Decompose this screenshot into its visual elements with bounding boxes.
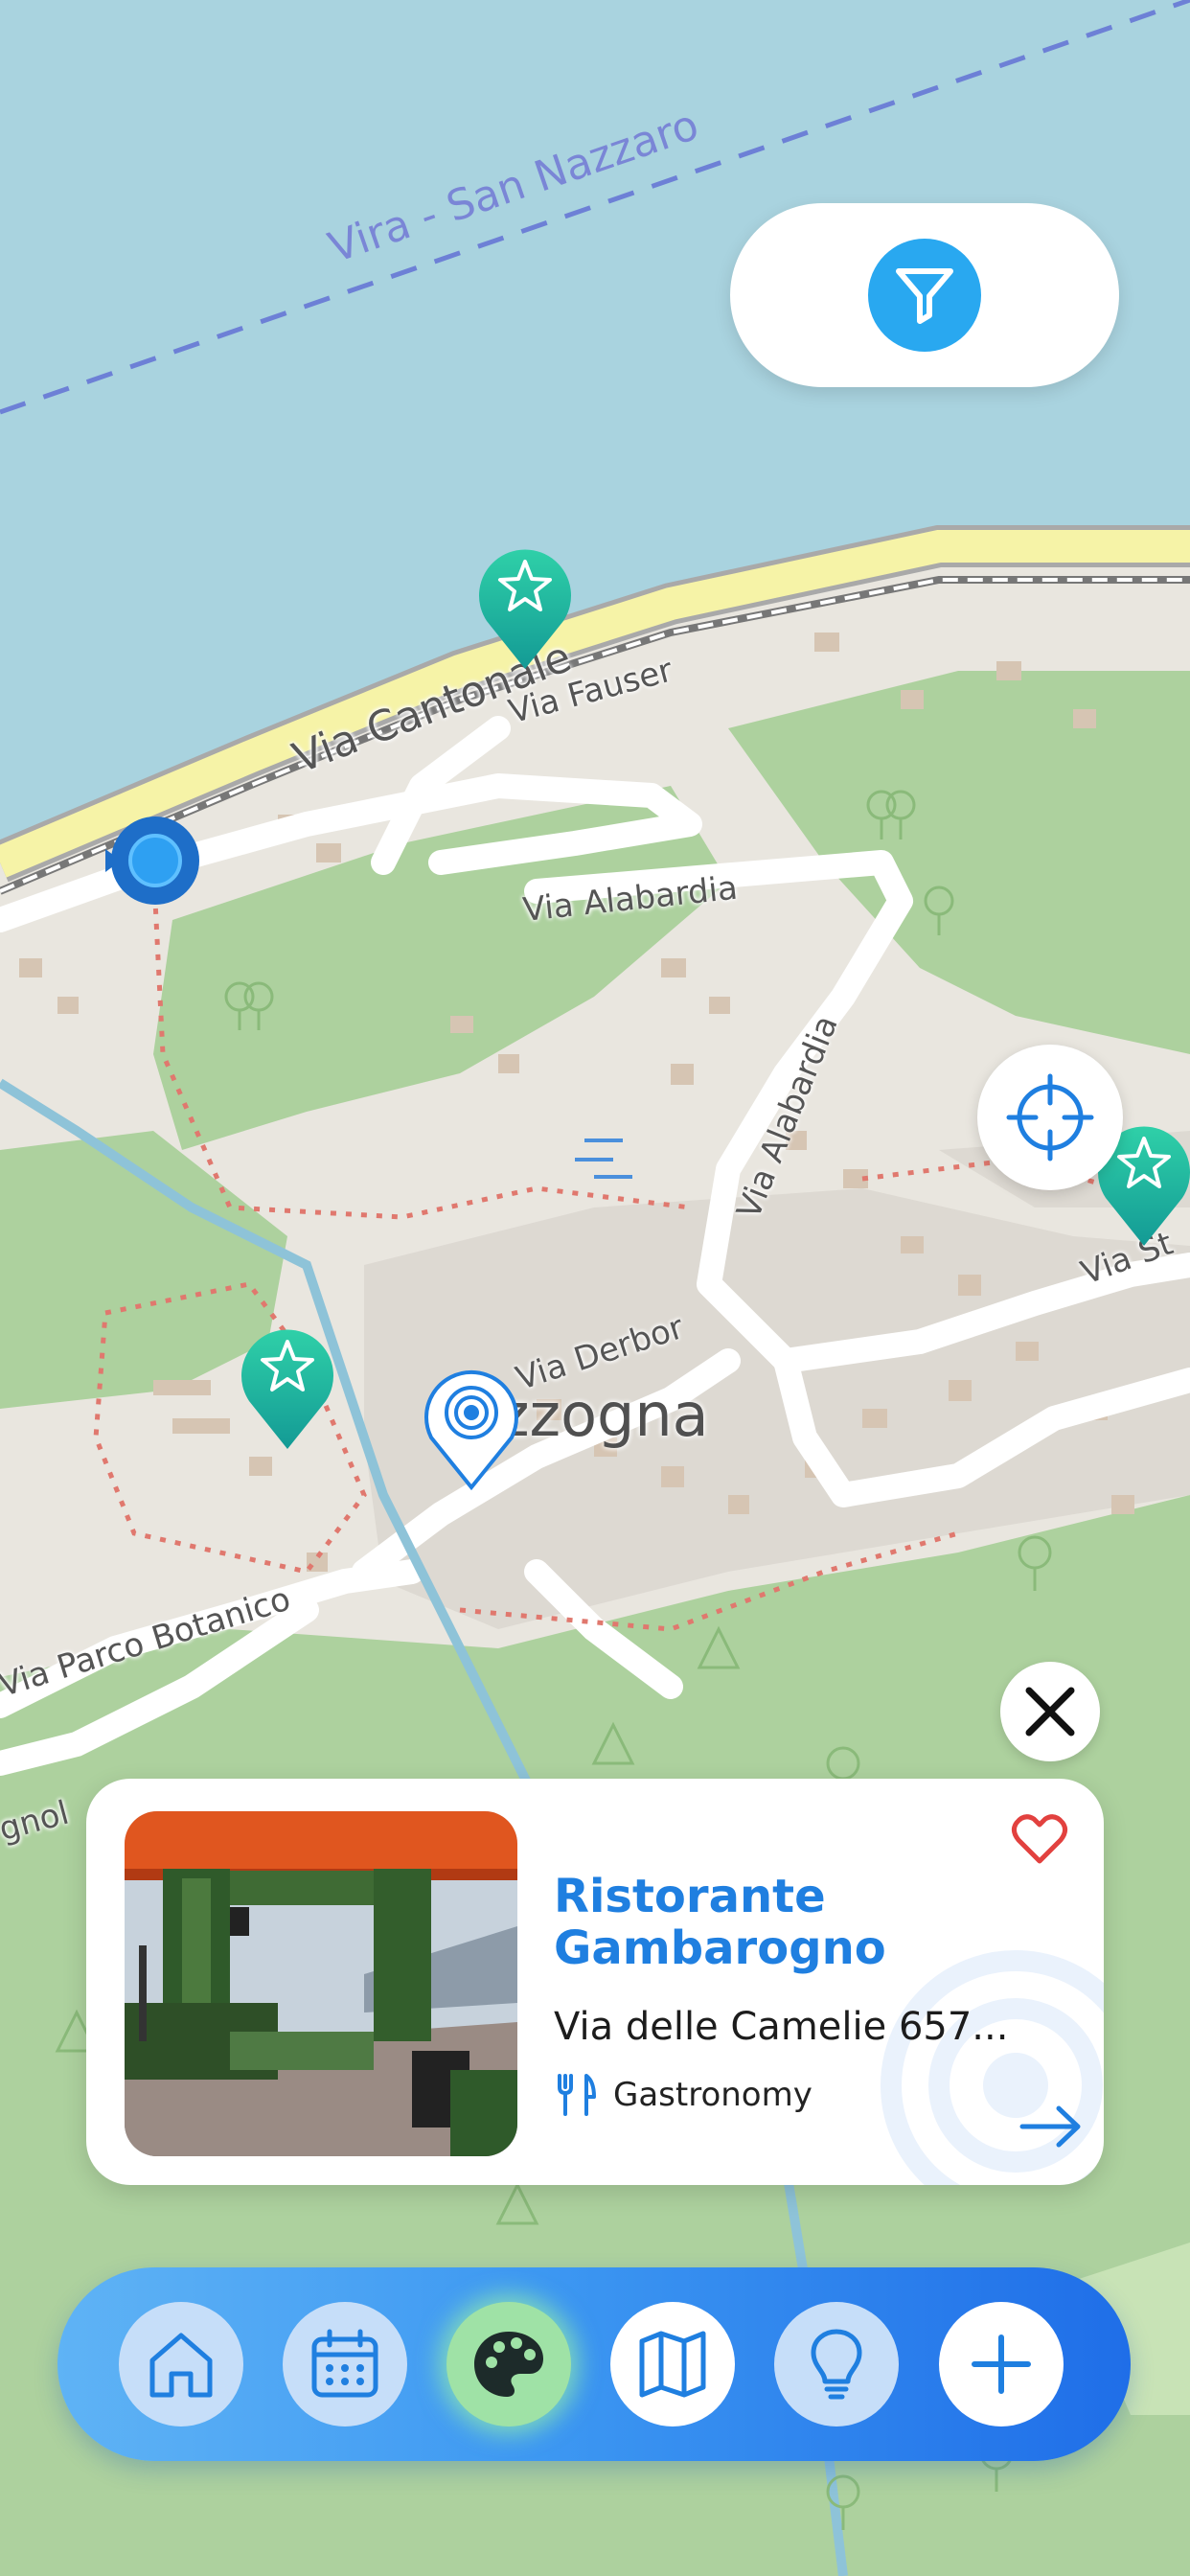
palette-icon	[474, 2332, 543, 2397]
place-category: Gastronomy	[554, 2072, 812, 2118]
bottom-navigation	[57, 2267, 1131, 2461]
crosshair-icon	[1006, 1073, 1094, 1162]
filter-button[interactable]	[868, 239, 981, 352]
place-label: zzogna	[498, 1380, 709, 1450]
nav-home-button[interactable]	[119, 2302, 243, 2426]
lightbulb-icon	[811, 2329, 862, 2400]
filter-icon	[896, 268, 953, 324]
filter-panel	[730, 203, 1119, 387]
nav-map-button[interactable]	[610, 2302, 735, 2426]
close-card-button[interactable]	[1000, 1662, 1100, 1761]
close-icon	[1025, 1687, 1075, 1736]
favorite-button[interactable]	[1008, 1807, 1071, 1871]
selected-place-marker[interactable]	[422, 1363, 521, 1491]
locate-me-button[interactable]	[977, 1045, 1123, 1190]
nav-calendar-button[interactable]	[283, 2302, 407, 2426]
favorite-marker[interactable]	[238, 1321, 337, 1451]
place-address: Via delle Camelie 657...	[554, 2005, 1009, 2049]
home-icon	[149, 2333, 213, 2398]
arrow-right-icon	[1019, 2105, 1081, 2148]
calendar-icon	[311, 2329, 378, 2398]
open-details-button[interactable]	[1016, 2095, 1088, 2158]
favorite-marker[interactable]	[475, 540, 575, 671]
heart-icon	[1011, 1814, 1068, 1864]
category-label: Gastronomy	[613, 2076, 812, 2114]
place-card[interactable]: Ristorante Gambarogno Via delle Camelie …	[86, 1779, 1104, 2185]
current-location-marker	[105, 816, 199, 905]
nav-ideas-button[interactable]	[774, 2302, 899, 2426]
map-icon	[639, 2331, 706, 2398]
fork-knife-icon	[558, 2074, 596, 2116]
plus-icon	[972, 2334, 1031, 2394]
place-photo	[125, 1811, 517, 2156]
nav-add-button[interactable]	[939, 2302, 1064, 2426]
nav-culture-button[interactable]	[446, 2302, 571, 2426]
place-title: Ristorante Gambarogno	[554, 1870, 886, 1975]
